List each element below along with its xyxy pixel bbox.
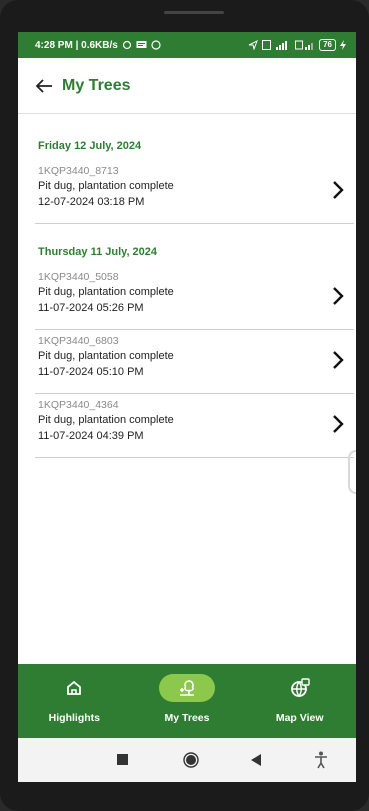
recents-square-icon[interactable]	[117, 754, 128, 765]
status-bar: 4:28 PM | 0.6KB/s 76	[18, 32, 356, 58]
tree-icon	[180, 680, 194, 696]
app-bar: My Trees	[18, 58, 356, 114]
tree-timestamp: 11-07-2024 05:26 PM	[38, 302, 144, 314]
nav-icon-wrapper	[272, 674, 328, 702]
signal-2-icon	[295, 40, 314, 50]
charging-icon	[340, 40, 346, 50]
tree-id: 1KQP3440_6803	[38, 335, 119, 347]
tree-status: Pit dug, plantation complete	[38, 180, 174, 192]
back-button[interactable]	[32, 74, 56, 98]
chevron-right-icon	[333, 181, 344, 199]
nav-my-trees[interactable]: My Trees	[131, 664, 244, 738]
accessibility-icon[interactable]	[314, 751, 328, 769]
system-navigation-bar	[18, 738, 356, 782]
edge-swipe-handle[interactable]	[348, 450, 356, 494]
tree-status: Pit dug, plantation complete	[38, 286, 174, 298]
tree-status: Pit dug, plantation complete	[38, 350, 174, 362]
tree-list: Friday 12 July, 2024 1KQP3440_8713 Pit d…	[18, 114, 356, 664]
tree-id: 1KQP3440_8713	[38, 165, 119, 177]
chevron-right-icon	[333, 351, 344, 369]
sim-icon	[262, 40, 272, 50]
status-time: 4:28 PM | 0.6KB/s	[35, 39, 118, 51]
page-title: My Trees	[62, 76, 131, 94]
chevron-right-icon	[333, 287, 344, 305]
home-icon	[67, 680, 82, 695]
nav-icon-wrapper	[46, 674, 102, 702]
nav-label: Highlights	[48, 712, 100, 724]
list-item[interactable]: 1KQP3440_5058 Pit dug, plantation comple…	[35, 266, 354, 330]
nav-highlights[interactable]: Highlights	[18, 664, 131, 738]
nav-label: Map View	[275, 712, 324, 724]
date-header: Friday 12 July, 2024	[38, 140, 142, 152]
back-arrow-icon	[35, 78, 52, 93]
home-circle-icon[interactable]	[183, 752, 199, 768]
message-icon	[136, 41, 147, 48]
sync-icon	[122, 40, 131, 50]
list-item[interactable]: 1KQP3440_8713 Pit dug, plantation comple…	[35, 160, 354, 224]
tree-id: 1KQP3440_4364	[38, 399, 119, 411]
battery-level: 76	[319, 39, 336, 51]
speaker-grille	[164, 11, 224, 14]
signal-icon	[276, 41, 288, 50]
list-item[interactable]: 1KQP3440_4364 Pit dug, plantation comple…	[35, 394, 354, 458]
list-item[interactable]: 1KQP3440_6803 Pit dug, plantation comple…	[35, 330, 354, 394]
globe-icon	[290, 678, 310, 698]
tree-status: Pit dug, plantation complete	[38, 414, 174, 426]
bottom-navigation: Highlights My Trees Map View	[18, 664, 356, 738]
tree-timestamp: 12-07-2024 03:18 PM	[38, 196, 145, 208]
screen: 4:28 PM | 0.6KB/s 76 My Trees Friday 12 …	[18, 32, 356, 782]
whatsapp-icon	[151, 40, 161, 50]
phone-frame: 4:28 PM | 0.6KB/s 76 My Trees Friday 12 …	[0, 0, 369, 811]
nav-map-view[interactable]: Map View	[243, 664, 356, 738]
tree-id: 1KQP3440_5058	[38, 271, 119, 283]
back-triangle-icon[interactable]	[251, 754, 261, 766]
nav-active-pill	[159, 674, 215, 702]
date-header: Thursday 11 July, 2024	[38, 246, 158, 258]
nav-label: My Trees	[164, 712, 210, 724]
chevron-right-icon	[333, 415, 344, 433]
tree-timestamp: 11-07-2024 05:10 PM	[38, 366, 144, 378]
location-icon	[248, 40, 259, 50]
tree-timestamp: 11-07-2024 04:39 PM	[38, 430, 144, 442]
